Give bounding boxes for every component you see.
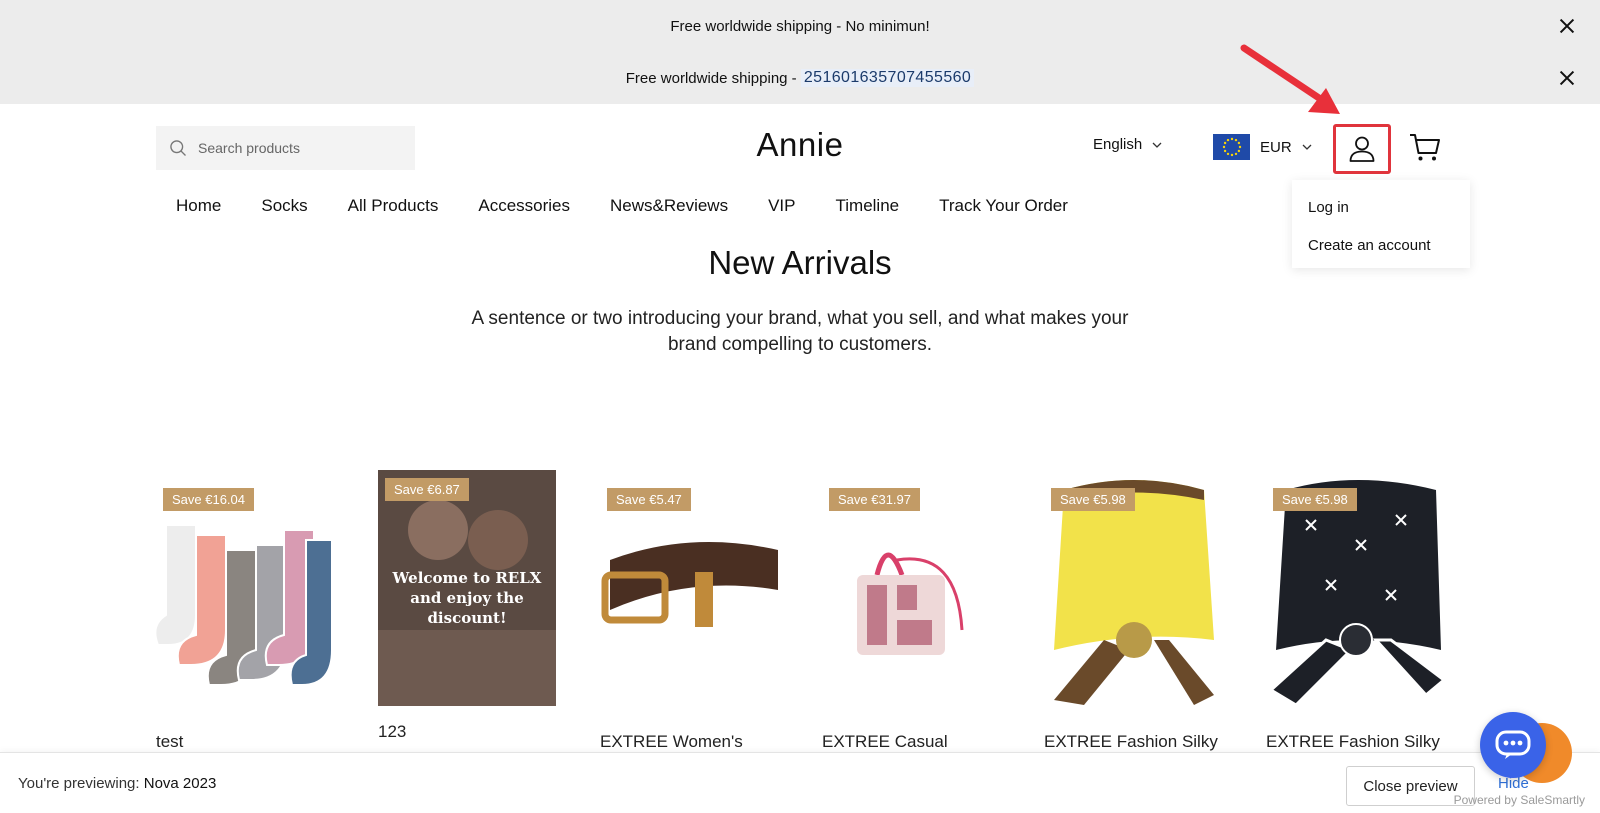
main-nav: Home Socks All Products Accessories News… — [176, 196, 1108, 216]
search-box[interactable] — [156, 126, 415, 170]
section-subtitle: A sentence or two introducing your brand… — [471, 308, 1129, 355]
product-card[interactable]: Save €5.98 EXTREE Fashion Silky — [1266, 480, 1444, 752]
product-image-bag: Save €31.97 — [822, 480, 1000, 716]
cart-icon[interactable] — [1408, 130, 1442, 164]
announcement-text: Free worldwide shipping - No minimun! — [670, 17, 930, 35]
powered-by-text: Powered by SaleSmartly — [1453, 793, 1585, 807]
promo-image-text: Welcome to RELX and enjoy the discount! — [392, 569, 542, 627]
product-card[interactable]: Save €5.98 EXTREE Fashion Silky — [1044, 480, 1222, 752]
save-badge: Save €16.04 — [163, 488, 255, 511]
language-label: English — [1093, 136, 1143, 153]
currency-label: EUR — [1260, 138, 1292, 156]
close-icon[interactable] — [1556, 15, 1578, 37]
user-icon — [1349, 136, 1375, 162]
nav-item-home[interactable]: Home — [176, 196, 221, 216]
product-name: EXTREE Fashion Silky — [1044, 732, 1218, 751]
nav-item-accessories[interactable]: Accessories — [478, 196, 570, 216]
product-name: test — [156, 732, 184, 751]
section-title: New Arrivals — [708, 244, 892, 281]
product-image-yellow-scarf: Save €5.98 — [1044, 480, 1222, 716]
product-image-belt: Save €5.47 — [600, 480, 778, 716]
search-input[interactable] — [198, 140, 398, 156]
product-grid: Save €16.04 test Save €6.87 Welcome to R… — [156, 470, 1444, 752]
save-badge: Save €5.98 — [1051, 488, 1135, 511]
close-icon[interactable] — [1556, 67, 1578, 89]
product-card[interactable]: Save €6.87 Welcome to RELX and enjoy the… — [378, 470, 556, 752]
product-name: EXTREE Fashion Silky — [1266, 732, 1440, 751]
login-link[interactable]: Log in — [1308, 188, 1454, 226]
save-badge: Save €5.98 — [1273, 488, 1357, 511]
chevron-down-icon — [1302, 144, 1312, 150]
currency-selector[interactable]: EUR — [1213, 134, 1312, 160]
nav-item-socks[interactable]: Socks — [261, 196, 307, 216]
theme-preview-bar: You're previewing: Nova 2023 Close previ… — [0, 752, 1600, 813]
product-name: EXTREE Women's — [600, 732, 743, 751]
preview-theme-name: Nova 2023 — [143, 775, 217, 792]
product-card[interactable]: Save €16.04 test — [156, 480, 334, 752]
announcement-bar-2: Free worldwide shipping - 25160163570745… — [0, 52, 1600, 104]
product-name: EXTREE Casual — [822, 732, 948, 751]
chevron-down-icon — [1152, 142, 1162, 148]
product-image-black-scarf: Save €5.98 — [1266, 480, 1444, 716]
announcement-number: 251601635707455560 — [800, 69, 975, 87]
save-badge: Save €6.87 — [385, 478, 469, 501]
preview-prefix: You're previewing: — [18, 775, 140, 792]
nav-item-track-order[interactable]: Track Your Order — [939, 196, 1068, 216]
nav-item-timeline[interactable]: Timeline — [836, 196, 900, 216]
product-card[interactable]: Save €31.97 EXTREE Casual — [822, 480, 1000, 752]
save-badge: Save €31.97 — [829, 488, 921, 511]
announcement-bar-1: Free worldwide shipping - No minimun! — [0, 0, 1600, 52]
nav-item-all-products[interactable]: All Products — [348, 196, 439, 216]
nav-item-vip[interactable]: VIP — [768, 196, 795, 216]
save-badge: Save €5.47 — [607, 488, 691, 511]
language-selector[interactable]: English — [1093, 136, 1162, 153]
nav-item-news-reviews[interactable]: News&Reviews — [610, 196, 728, 216]
site-header: Annie English EUR — [0, 104, 1600, 184]
product-image-socks: Save €16.04 — [156, 480, 334, 716]
product-name: 123 — [378, 722, 407, 741]
preview-label: You're previewing: Nova 2023 — [18, 775, 216, 792]
account-button[interactable] — [1333, 124, 1391, 174]
product-card[interactable]: Save €5.47 EXTREE Women's — [600, 480, 778, 752]
eu-flag-icon — [1213, 134, 1250, 160]
product-image-promo: Save €6.87 Welcome to RELX and enjoy the… — [378, 470, 556, 706]
chat-button[interactable] — [1480, 712, 1546, 778]
announcement-text: Free worldwide shipping - — [625, 69, 801, 87]
chat-bubble-icon — [1495, 730, 1531, 759]
search-icon — [170, 140, 186, 156]
